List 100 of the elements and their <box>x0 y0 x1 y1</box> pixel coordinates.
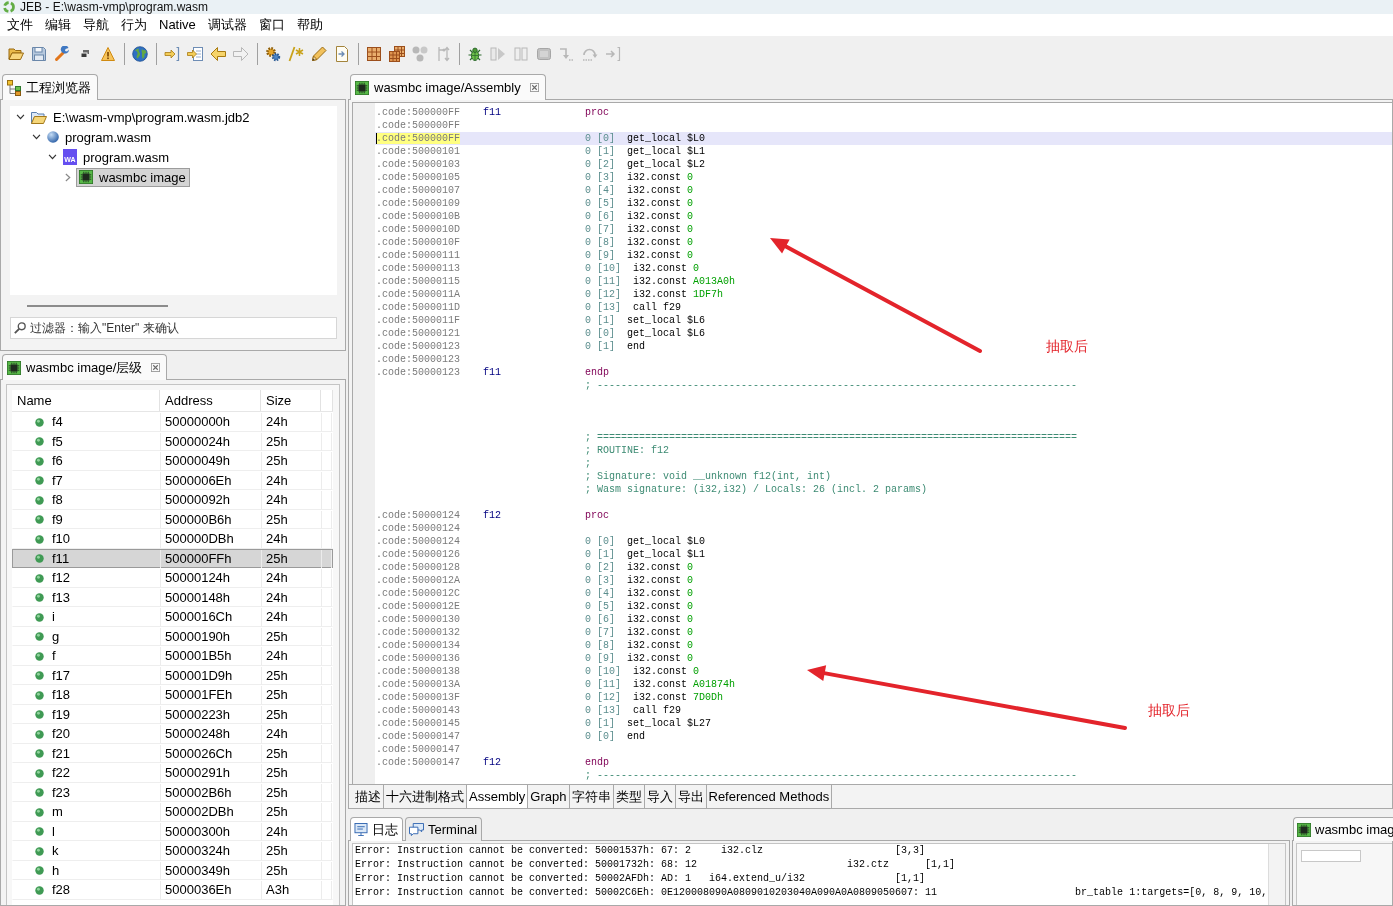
tree-item[interactable]: program.wasm <box>44 127 155 147</box>
table-row[interactable]: i 5000016Ch 24h <box>12 607 333 627</box>
table-row[interactable]: f28 5000036Eh A3h <box>12 880 333 900</box>
instruction-index: 0 [9] <box>585 249 615 262</box>
column-header[interactable]: Address <box>160 390 261 411</box>
instruction-index: 0 [4] <box>585 184 615 197</box>
view-tab[interactable]: 导出 <box>675 785 707 808</box>
table-row[interactable]: k 50000324h 25h <box>12 841 333 861</box>
table-row[interactable]: f22 50000291h 25h <box>12 763 333 783</box>
panel-tab[interactable]: wasmbc imag <box>1293 817 1393 841</box>
gears-icon[interactable] <box>265 45 281 62</box>
view-tab[interactable]: 字符串 <box>569 785 614 808</box>
menu-item[interactable]: 行为 <box>115 15 153 35</box>
chevron-down-icon[interactable] <box>47 154 57 160</box>
table-row[interactable]: h 50000349h 25h <box>12 860 333 880</box>
menu-item[interactable]: 文件 <box>1 15 39 35</box>
view-tab[interactable]: 类型 <box>613 785 645 808</box>
chevron-down-icon[interactable] <box>31 134 41 140</box>
table-row[interactable]: f5 50000024h 25h <box>12 431 333 451</box>
table-row[interactable]: f19 50000223h 25h <box>12 704 333 724</box>
instruction-index: 0 [1] <box>585 717 615 730</box>
menu-item[interactable]: 帮助 <box>290 15 329 35</box>
code-directive: proc <box>585 106 609 119</box>
stacked-grids-icon[interactable] <box>389 45 405 62</box>
pencil-icon[interactable] <box>311 45 327 62</box>
table-cell: f11 <box>52 549 70 568</box>
close-icon[interactable] <box>151 363 161 372</box>
menu-item[interactable]: 编辑 <box>39 15 77 35</box>
table-row[interactable]: f10 500000DBh 24h <box>12 529 333 549</box>
menu-item[interactable]: 调试器 <box>201 15 253 35</box>
menu-item[interactable]: Native <box>153 15 202 35</box>
instruction: i32.const 0 <box>633 262 700 275</box>
code-address: .code:50000143 <box>376 705 460 716</box>
table-row[interactable]: l 50000300h 24h <box>12 821 333 841</box>
table-cell: f21 <box>52 744 71 763</box>
menu-item[interactable]: 导航 <box>77 15 115 35</box>
instruction: i32.const 1DF7h <box>633 288 724 301</box>
table-row[interactable]: f17 500001D9h 25h <box>12 665 333 685</box>
table-row[interactable]: f12 50000124h 24h <box>12 568 333 588</box>
document-arrow-icon[interactable] <box>334 45 350 62</box>
table-cell: 50000190h <box>161 627 262 646</box>
table-row[interactable]: f18 500001FEh 25h <box>12 685 333 705</box>
arrow-into-document-icon[interactable] <box>187 45 203 62</box>
panel-tab[interactable]: 日志 <box>350 817 403 841</box>
instruction-index: 0 [1] <box>585 340 615 353</box>
open-folder-icon[interactable] <box>8 45 24 62</box>
instruction: i32.const 0 <box>627 613 694 626</box>
chevron-right-icon[interactable] <box>65 172 71 182</box>
view-tab[interactable]: Referenced Methods <box>706 785 833 808</box>
wrench-icon[interactable] <box>54 45 70 62</box>
tree-item[interactable]: E:\wasm-vmp\program.wasm.jdb2 <box>28 107 254 127</box>
view-tab[interactable]: 描述 <box>353 785 384 808</box>
panel-tab[interactable]: 工程浏览器 <box>2 74 98 100</box>
table-row[interactable]: f9 500000B6h 25h <box>12 509 333 529</box>
table-row[interactable]: f23 500002B6h 25h <box>12 782 333 802</box>
view-tab[interactable]: Assembly <box>467 785 529 808</box>
dot-icon <box>35 632 44 641</box>
instruction: set_local $L6 <box>627 314 706 327</box>
code-address: .code:50000134 <box>376 640 460 651</box>
view-tab[interactable]: 导入 <box>644 785 676 808</box>
menu-item[interactable]: 窗口 <box>252 15 291 35</box>
column-header[interactable]: Name <box>12 390 160 411</box>
table-row[interactable]: m 500002DBh 25h <box>12 802 333 822</box>
bug-icon[interactable] <box>467 45 483 62</box>
close-icon[interactable] <box>529 83 539 92</box>
instruction-index: 0 [0] <box>585 132 615 145</box>
panel-tab[interactable]: wasmbc image/层级 <box>2 354 168 380</box>
table-row[interactable]: f8 50000092h 24h <box>12 490 333 510</box>
table-row[interactable]: f7 5000006Eh 24h <box>12 470 333 490</box>
table-row[interactable]: f20 50000248h 24h <box>12 724 333 744</box>
scrollbar[interactable] <box>1268 844 1285 905</box>
dot-icon <box>35 710 44 719</box>
table-cell: 25h <box>262 627 322 646</box>
chevron-down-icon[interactable] <box>15 114 25 120</box>
slash-asterisk-icon[interactable] <box>288 45 304 62</box>
scrollbar[interactable] <box>27 305 168 307</box>
view-tab[interactable]: Graph <box>528 785 570 808</box>
filter-field[interactable]: 过滤器：输入"Enter" 来确认 <box>10 317 337 339</box>
table-row[interactable]: f13 50000148h 24h <box>12 587 333 607</box>
window-title: JEB - E:\wasm-vmp\program.wasm <box>20 0 209 14</box>
warning-icon[interactable] <box>100 45 116 62</box>
input-field[interactable] <box>1301 850 1361 862</box>
table-row[interactable]: f 500001B5h 24h <box>12 646 333 666</box>
arrow-to-bracket-icon[interactable] <box>164 45 180 62</box>
grid-icon[interactable] <box>366 45 382 62</box>
code-label: f12 <box>483 757 501 768</box>
column-header[interactable]: Size <box>261 390 321 411</box>
panel-tab[interactable]: Terminal <box>405 817 483 841</box>
globe-icon[interactable] <box>132 45 148 62</box>
table-cell: 50000124h <box>161 569 262 587</box>
instruction-index: 0 [9] <box>585 652 615 665</box>
panel-tab[interactable]: wasmbc image/Assembly <box>350 74 546 100</box>
left-arrow-icon[interactable] <box>210 45 226 62</box>
table-row[interactable]: f11 500000FFh 25h <box>12 548 333 568</box>
table-row[interactable]: f21 5000026Ch 25h <box>12 743 333 763</box>
table-row[interactable]: f6 50000049h 25h <box>12 451 333 471</box>
tree-item[interactable]: wasmbc image <box>76 167 190 187</box>
dot-icon <box>35 807 44 817</box>
table-row[interactable]: f4 50000000h 24h <box>12 412 333 432</box>
table-row[interactable]: g 50000190h 25h <box>12 626 333 646</box>
